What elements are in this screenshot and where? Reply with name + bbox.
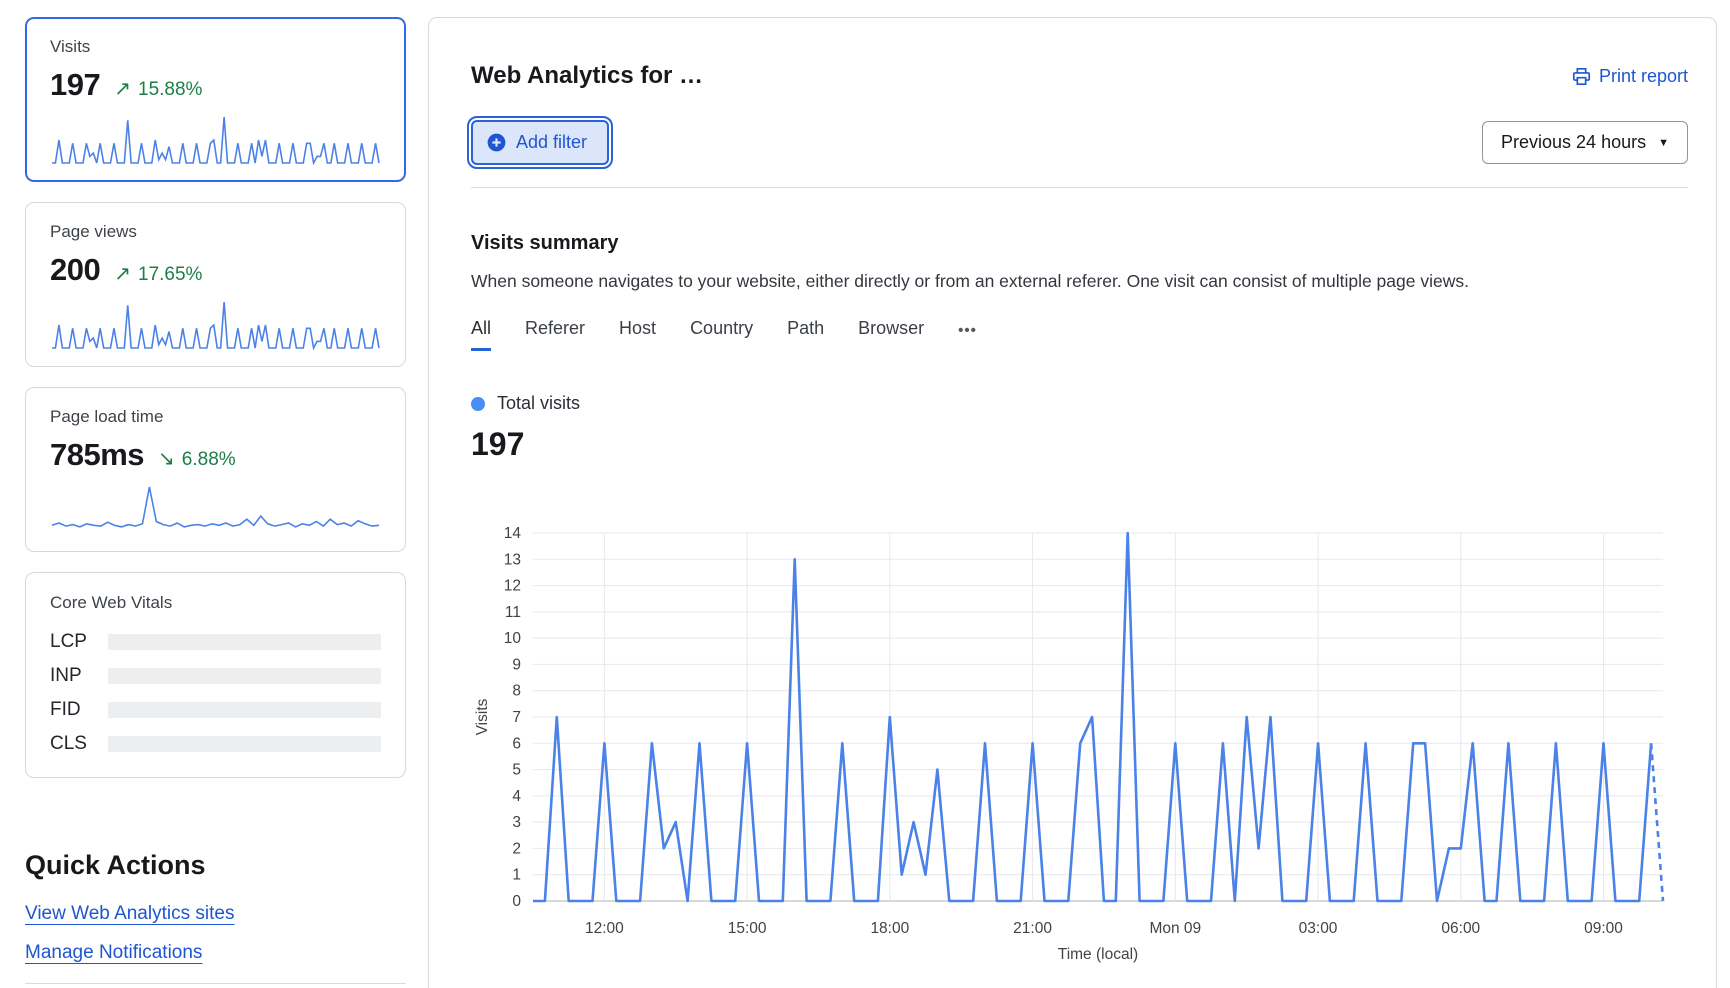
cwv-row-fid: FID <box>50 699 381 721</box>
trend-down-icon: ↘ <box>158 446 175 471</box>
metric-value: 200 <box>50 252 100 288</box>
svg-text:9: 9 <box>512 656 521 673</box>
svg-text:14: 14 <box>504 525 522 542</box>
visits-summary-section: Visits summary When someone navigates to… <box>429 188 1716 970</box>
page-title: Web Analytics for … <box>471 62 703 90</box>
print-report-link[interactable]: Print report <box>1572 66 1688 87</box>
plus-circle-icon <box>487 133 506 152</box>
tab-path[interactable]: Path <box>787 318 824 351</box>
visits-line-chart: 0123456789101112131412:0015:0018:0021:00… <box>471 493 1688 970</box>
manage-notifications-link[interactable]: Manage Notifications <box>25 942 202 964</box>
svg-text:13: 13 <box>504 551 521 568</box>
svg-text:10: 10 <box>504 630 522 647</box>
tab-browser[interactable]: Browser <box>858 318 924 351</box>
section-title: Visits summary <box>471 232 1688 255</box>
metric-value: 197 <box>50 67 100 103</box>
svg-text:Visits: Visits <box>474 698 491 735</box>
cwv-bar-track <box>108 668 381 684</box>
total-visits-value: 197 <box>471 426 1688 463</box>
cwv-label: CLS <box>50 733 108 755</box>
cwv-row-cls: CLS <box>50 733 381 755</box>
chart-legend: Total visits <box>471 393 1688 414</box>
svg-text:7: 7 <box>512 709 521 726</box>
tab-host[interactable]: Host <box>619 318 656 351</box>
tab-country[interactable]: Country <box>690 318 753 351</box>
add-filter-label: Add filter <box>516 132 587 153</box>
legend-label: Total visits <box>497 393 580 414</box>
trend-percent: 15.88% <box>138 79 202 101</box>
svg-text:8: 8 <box>512 683 521 700</box>
svg-text:15:00: 15:00 <box>728 920 767 937</box>
view-web-analytics-sites-link[interactable]: View Web Analytics sites <box>25 903 234 925</box>
metric-label: Page load time <box>50 407 381 427</box>
visits-sparkline <box>50 113 381 165</box>
print-report-label: Print report <box>1599 66 1688 87</box>
sidebar-divider <box>25 983 406 984</box>
metric-trend: ↗ 15.88% <box>114 76 202 101</box>
tab-all[interactable]: All <box>471 318 491 351</box>
page-load-sparkline <box>50 483 381 535</box>
core-web-vitals-card[interactable]: Core Web Vitals LCP INP FID CLS <box>25 572 406 778</box>
svg-text:3: 3 <box>512 814 521 831</box>
svg-text:03:00: 03:00 <box>1299 920 1338 937</box>
metric-trend: ↘ 6.88% <box>158 446 236 471</box>
cwv-row-lcp: LCP <box>50 631 381 653</box>
legend-dot-icon <box>471 397 485 411</box>
time-range-dropdown[interactable]: Previous 24 hours ▼ <box>1482 121 1688 164</box>
svg-text:2: 2 <box>512 840 521 857</box>
dimension-tabs: All Referer Host Country Path Browser ••… <box>471 318 1688 351</box>
more-tabs-icon[interactable]: ••• <box>958 322 977 351</box>
cwv-label: FID <box>50 699 108 721</box>
metric-card-page-load-time[interactable]: Page load time 785ms ↘ 6.88% <box>25 387 406 552</box>
trend-percent: 6.88% <box>182 449 236 471</box>
analytics-panel: Web Analytics for … Print report <box>428 17 1717 988</box>
svg-text:06:00: 06:00 <box>1441 920 1480 937</box>
svg-text:12: 12 <box>504 578 521 595</box>
cwv-label: INP <box>50 665 108 687</box>
metrics-sidebar: Visits 197 ↗ 15.88% Page views 200 ↗ 17.… <box>25 17 406 984</box>
tab-referer[interactable]: Referer <box>525 318 585 351</box>
svg-text:18:00: 18:00 <box>870 920 909 937</box>
svg-text:4: 4 <box>512 788 521 805</box>
svg-text:0: 0 <box>512 893 521 910</box>
web-analytics-page: Visits 197 ↗ 15.88% Page views 200 ↗ 17.… <box>0 0 1730 988</box>
metric-label: Visits <box>50 37 381 57</box>
printer-icon <box>1572 67 1591 86</box>
time-range-label: Previous 24 hours <box>1501 132 1646 153</box>
add-filter-button[interactable]: Add filter <box>471 120 609 165</box>
svg-text:21:00: 21:00 <box>1013 920 1052 937</box>
chevron-down-icon: ▼ <box>1658 137 1669 149</box>
metric-label: Page views <box>50 222 381 242</box>
core-web-vitals-title: Core Web Vitals <box>50 593 381 613</box>
panel-header: Web Analytics for … Print report <box>429 18 1716 188</box>
cwv-bar-track <box>108 634 381 650</box>
trend-up-icon: ↗ <box>114 76 131 101</box>
svg-text:09:00: 09:00 <box>1584 920 1623 937</box>
section-description: When someone navigates to your website, … <box>471 271 1688 292</box>
svg-text:Time (local): Time (local) <box>1058 946 1138 963</box>
svg-text:6: 6 <box>512 735 521 752</box>
quick-actions-title: Quick Actions <box>25 850 406 881</box>
cwv-bar-track <box>108 702 381 718</box>
cwv-label: LCP <box>50 631 108 653</box>
svg-text:11: 11 <box>505 604 521 621</box>
cwv-bar-track <box>108 736 381 752</box>
metric-trend: ↗ 17.65% <box>114 261 202 286</box>
metric-card-page-views[interactable]: Page views 200 ↗ 17.65% <box>25 202 406 367</box>
svg-text:Mon 09: Mon 09 <box>1149 920 1201 937</box>
quick-actions-section: Quick Actions View Web Analytics sites M… <box>25 850 406 984</box>
cwv-row-inp: INP <box>50 665 381 687</box>
svg-text:12:00: 12:00 <box>585 920 624 937</box>
svg-text:1: 1 <box>512 867 521 884</box>
svg-text:5: 5 <box>512 762 521 779</box>
page-views-sparkline <box>50 298 381 350</box>
metric-value: 785ms <box>50 437 144 473</box>
metric-card-visits[interactable]: Visits 197 ↗ 15.88% <box>25 17 406 182</box>
trend-percent: 17.65% <box>138 264 202 286</box>
trend-up-icon: ↗ <box>114 261 131 286</box>
